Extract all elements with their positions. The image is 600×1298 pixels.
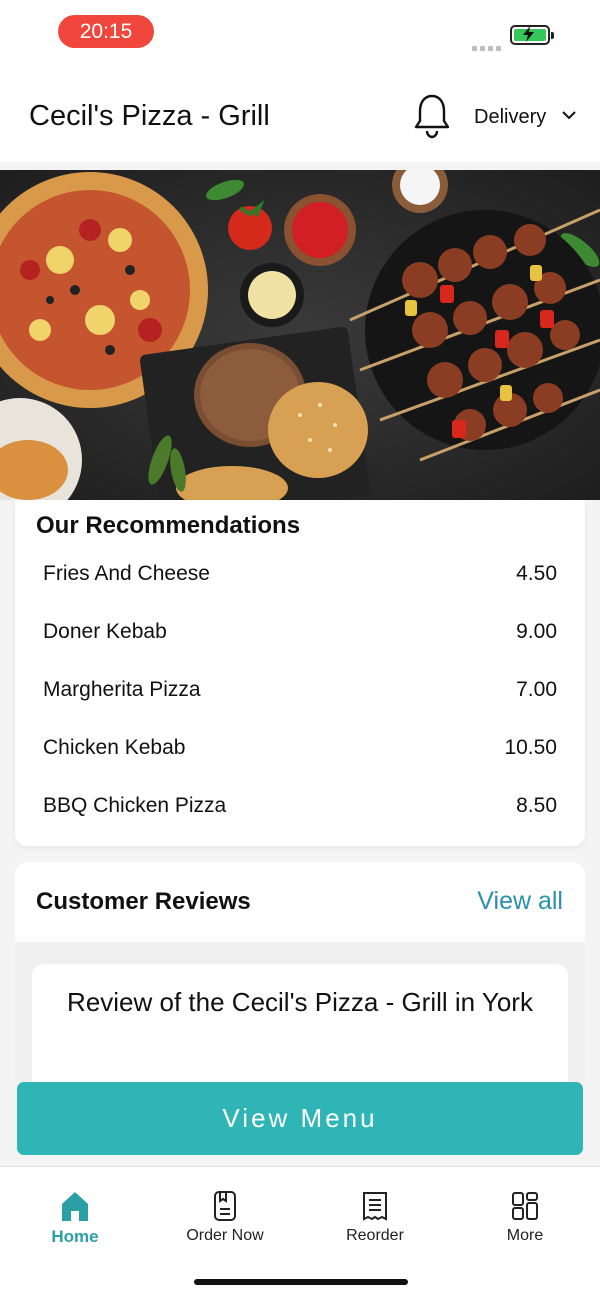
recommendation-item[interactable]: Chicken Kebab 10.50 (15, 722, 585, 780)
tab-label: Reorder (346, 1227, 404, 1244)
receipt-icon (363, 1192, 387, 1221)
recommendations-title: Our Recommendations (36, 512, 301, 539)
recommendation-item[interactable]: Margherita Pizza 7.00 (15, 664, 585, 722)
item-name: Margherita Pizza (43, 678, 201, 701)
chevron-down-icon (562, 111, 576, 120)
tab-label: Order Now (186, 1227, 264, 1244)
review-card[interactable]: Review of the Cecil's Pizza - Grill in Y… (32, 964, 568, 1094)
tab-order-now[interactable]: Order Now (165, 1189, 285, 1259)
delivery-mode-dropdown[interactable]: Delivery (474, 106, 576, 129)
view-all-reviews-link[interactable]: View all (477, 887, 563, 916)
recommendations-card: Our Recommendations Fries And Cheese 4.5… (15, 500, 585, 846)
item-name: BBQ Chicken Pizza (43, 794, 227, 817)
order-icon (214, 1191, 236, 1221)
item-name: Chicken Kebab (43, 736, 186, 759)
tab-home[interactable]: Home (15, 1189, 135, 1259)
view-menu-button[interactable]: View Menu (17, 1082, 583, 1155)
item-name: Fries And Cheese (43, 562, 210, 585)
item-price: 10.50 (504, 736, 557, 759)
item-price: 4.50 (516, 562, 557, 585)
recommendation-item[interactable]: BBQ Chicken Pizza 8.50 (15, 780, 585, 838)
tab-label: Home (51, 1227, 99, 1246)
status-time: 20:15 (58, 15, 154, 48)
home-icon (62, 1192, 88, 1221)
item-price: 8.50 (516, 794, 557, 817)
recommendation-item[interactable]: Doner Kebab 9.00 (15, 606, 585, 664)
recommendation-item[interactable]: Fries And Cheese 4.50 (15, 548, 585, 606)
reviews-header: Customer Reviews View all (15, 862, 585, 942)
app-header: Cecil's Pizza - Grill Delivery (0, 64, 600, 162)
grid-icon (512, 1192, 538, 1220)
home-indicator (194, 1279, 408, 1285)
tab-reorder[interactable]: Reorder (315, 1189, 435, 1259)
bell-icon[interactable] (412, 92, 452, 140)
item-price: 9.00 (516, 620, 557, 643)
signal-icon (472, 38, 504, 51)
reviews-section: Review of the Cecil's Pizza - Grill in Y… (15, 942, 585, 1094)
delivery-mode-label: Delivery (474, 106, 547, 128)
reviews-title: Customer Reviews (36, 888, 251, 915)
review-heading: Review of the Cecil's Pizza - Grill in Y… (67, 987, 533, 1017)
item-price: 7.00 (516, 678, 557, 701)
battery-icon (510, 25, 554, 45)
tab-label: More (506, 1227, 544, 1244)
status-bar: 20:15 (0, 0, 600, 64)
restaurant-title: Cecil's Pizza - Grill (29, 100, 270, 132)
hero-food-image (0, 170, 600, 500)
item-name: Doner Kebab (43, 620, 167, 643)
tab-more[interactable]: More (465, 1189, 585, 1259)
